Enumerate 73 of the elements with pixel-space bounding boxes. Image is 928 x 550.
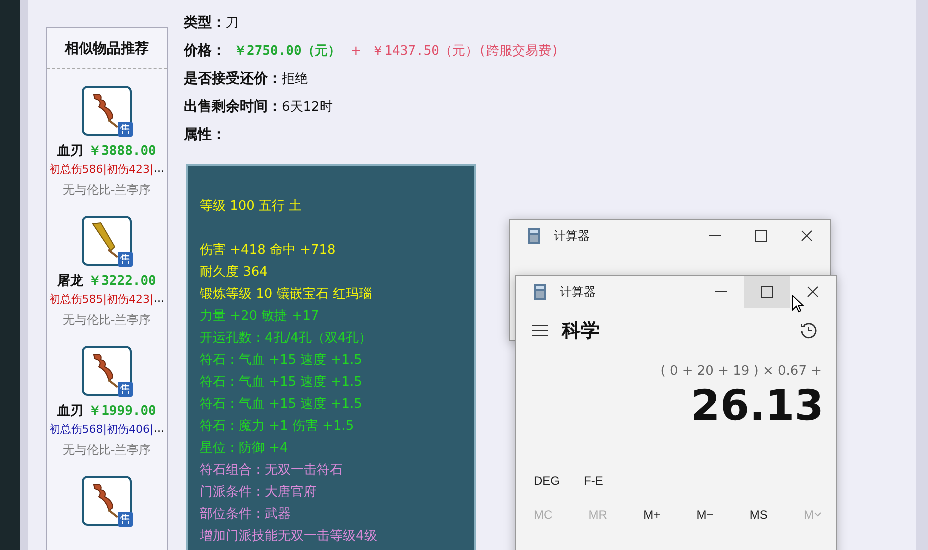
attribute-line: 部位条件：武器 — [200, 506, 292, 524]
maximize-icon — [761, 286, 773, 298]
field-label: 价格： — [184, 42, 226, 60]
result-display: 26.13 — [690, 380, 825, 430]
price-value: ￥2750.00（元） — [234, 43, 341, 60]
attribute-line: 星位：防御 +4 — [200, 440, 290, 458]
history-icon[interactable] — [800, 322, 818, 340]
memory-button[interactable]: M+ — [644, 508, 661, 522]
minimize-icon — [715, 291, 727, 293]
minimize-icon — [709, 235, 721, 237]
item-name[interactable]: 血刃 — [58, 142, 84, 160]
item-thumbnail[interactable]: 售 — [82, 216, 132, 266]
attribute-line: 符石：气血 +15 速度 +1.5 — [200, 396, 364, 414]
plus-sign: + — [350, 44, 362, 59]
item-name[interactable]: 血刃 — [58, 402, 84, 420]
item-stats: 初总伤568|初伤406| — [49, 422, 154, 437]
field-label: 属性： — [184, 126, 226, 144]
field-value: 6天12时 — [282, 99, 333, 116]
item-price: ￥1999.00 — [88, 403, 156, 420]
item-name[interactable]: 屠龙 — [58, 272, 84, 290]
seller-name: 无与伦比-兰亭序 — [62, 182, 152, 199]
ellipsis: … — [154, 162, 165, 177]
window-title: 计算器 — [560, 284, 597, 300]
seller-name: 无与伦比-兰亭序 — [62, 442, 152, 459]
memory-button[interactable]: M− — [696, 508, 714, 522]
window-title: 计算器 — [554, 228, 591, 244]
item-stats: 初总伤585|初伤423| — [49, 292, 154, 307]
attribute-line: 开运孔数：4孔/4孔（双4孔） — [200, 330, 374, 348]
field-value: 刀 — [226, 15, 239, 32]
attribute-line: 门派条件：大唐官府 — [200, 484, 318, 502]
ellipsis: … — [154, 292, 165, 307]
attribute-line: 符石组合：无双一击符石 — [200, 462, 344, 480]
calculator-icon — [534, 284, 546, 300]
mode-toggle[interactable]: DEG — [534, 474, 560, 488]
panel-title: 相似物品推荐 — [47, 28, 167, 69]
fee-value: ￥1437.50（元）(跨服交易费) — [372, 43, 560, 60]
mode-title: 科学 — [562, 319, 601, 344]
attribute-line: 锻炼等级 10 镶嵌宝石 红玛瑙 — [200, 286, 373, 304]
sale-badge: 售 — [118, 512, 133, 527]
item-thumbnail[interactable]: 售 — [82, 476, 132, 526]
ellipsis: … — [154, 422, 165, 437]
maximize-icon — [755, 230, 767, 242]
attribute-line: 等级 100 五行 土 — [200, 198, 304, 216]
close-icon — [801, 230, 813, 242]
memory-button[interactable]: MS — [750, 508, 768, 522]
sale-badge: 售 — [118, 122, 133, 137]
maximize-button[interactable] — [744, 276, 790, 308]
item-thumbnail[interactable]: 售 — [82, 86, 132, 136]
attribute-line: 伤害 +418 命中 +718 — [200, 242, 337, 260]
attribute-line: 符石：魔力 +1 伤害 +1.5 — [200, 418, 356, 436]
attribute-line: 符石：气血 +15 速度 +1.5 — [200, 352, 364, 370]
seller-name: 无与伦比-兰亭序 — [62, 312, 152, 329]
sale-badge: 售 — [118, 252, 133, 267]
mouse-pointer-icon — [792, 295, 804, 313]
attribute-line: 增加门派技能无双一击等级4级 — [200, 528, 378, 546]
item-price: ￥3888.00 — [88, 143, 156, 160]
calculator-icon — [528, 228, 540, 244]
close-icon — [807, 286, 819, 298]
sale-badge: 售 — [118, 382, 133, 397]
menu-icon[interactable] — [532, 325, 548, 337]
expression: ( 0 + 20 + 19 ) × 0.67 + — [660, 363, 823, 379]
attribute-line: 力量 +20 敏捷 +17 — [200, 308, 320, 326]
field-label: 是否接受还价： — [184, 70, 282, 88]
caret-icon — [814, 512, 822, 518]
attribute-line: 耐久度 364 — [200, 264, 269, 282]
mode-toggle[interactable]: F-E — [584, 474, 604, 488]
item-stats: 初总伤586|初伤423| — [49, 162, 154, 177]
attribute-line: 符石：气血 +15 速度 +1.5 — [200, 374, 364, 392]
item-thumbnail[interactable]: 售 — [82, 346, 132, 396]
field-label: 出售剩余时间： — [184, 98, 282, 116]
field-value: 拒绝 — [282, 71, 308, 88]
field-label: 类型： — [184, 14, 226, 32]
item-price: ￥3222.00 — [88, 273, 156, 290]
